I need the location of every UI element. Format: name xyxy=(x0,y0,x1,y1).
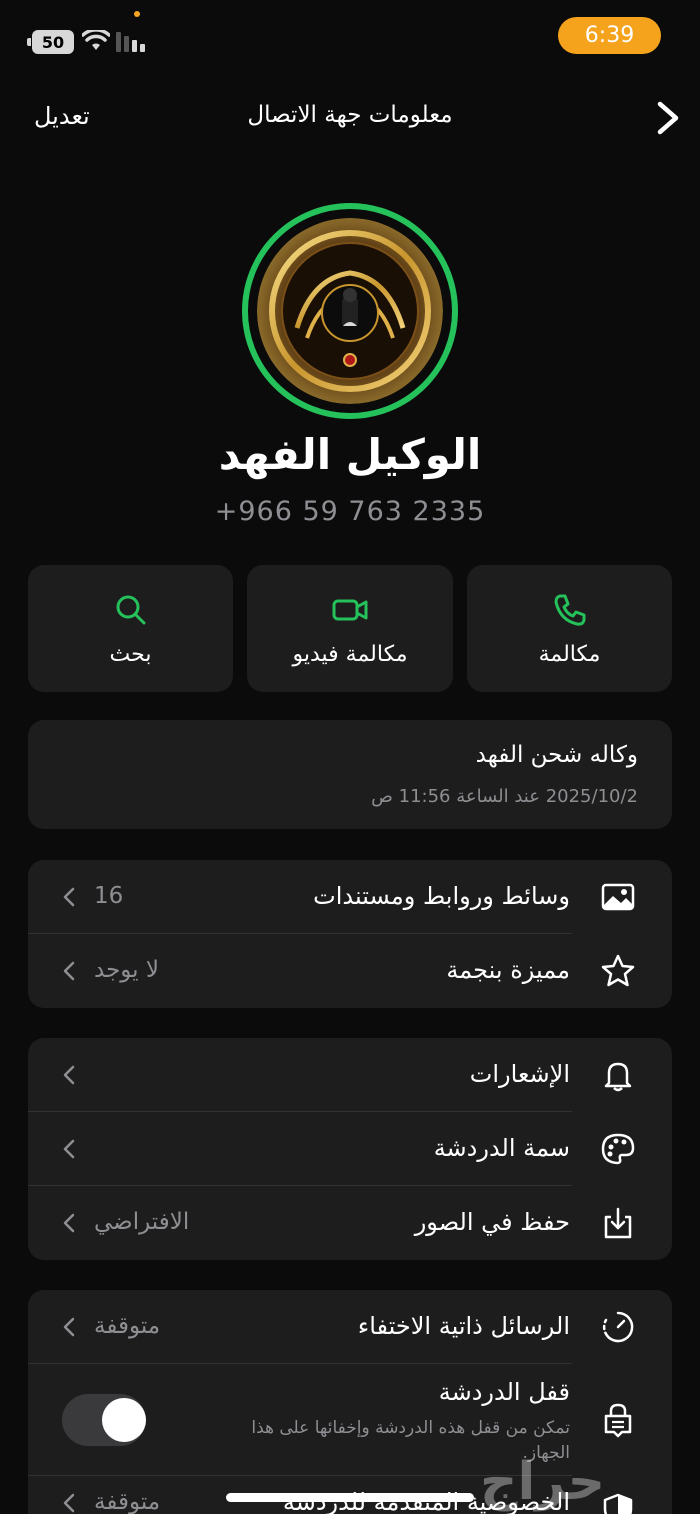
disappearing-messages-row[interactable]: الرسائل ذاتية الاختفاء متوقفة xyxy=(28,1290,672,1364)
starred-label: مميزة بنجمة xyxy=(446,956,570,984)
media-card: وسائط وروابط ومستندات 16 مميزة بنجمة لا … xyxy=(28,860,672,1008)
chat-theme-label: سمة الدردشة xyxy=(433,1134,570,1162)
photo-icon xyxy=(601,883,635,911)
page-title: معلومات جهة الاتصال xyxy=(247,102,453,128)
download-icon xyxy=(604,1207,632,1239)
about-text: وكاله شحن الفهد xyxy=(475,742,638,768)
contact-phone[interactable]: +966 59 763 2335 xyxy=(0,496,700,527)
starred-value: لا يوجد xyxy=(94,957,160,983)
camera-indicator-dot xyxy=(134,11,140,17)
home-indicator[interactable] xyxy=(226,1493,474,1502)
watermark: حراج xyxy=(480,1452,606,1512)
chevron-left-icon xyxy=(63,1317,75,1337)
media-count: 16 xyxy=(94,883,124,909)
toggle-knob xyxy=(102,1398,146,1442)
chevron-left-icon xyxy=(63,1213,75,1233)
media-label: وسائط وروابط ومستندات xyxy=(313,882,570,910)
battery-indicator: 50 xyxy=(27,30,74,54)
chevron-left-icon xyxy=(63,961,75,981)
settings-card: الإشعارات سمة الدردشة حفظ في الصور الافت… xyxy=(28,1038,672,1260)
video-camera-icon xyxy=(332,599,368,621)
disappearing-messages-label: الرسائل ذاتية الاختفاء xyxy=(357,1312,570,1340)
media-links-docs-row[interactable]: وسائط وروابط ومستندات 16 xyxy=(28,860,672,934)
wifi-icon xyxy=(82,30,110,50)
video-call-label: مكالمة فيديو xyxy=(292,642,408,667)
call-button[interactable]: مكالمة xyxy=(467,565,672,692)
chat-theme-row[interactable]: سمة الدردشة xyxy=(28,1112,672,1186)
save-to-photos-value: الافتراضي xyxy=(94,1209,190,1235)
star-icon xyxy=(601,954,635,987)
video-call-button[interactable]: مكالمة فيديو xyxy=(247,565,453,692)
save-to-photos-row[interactable]: حفظ في الصور الافتراضي xyxy=(28,1186,672,1260)
about-card: وكاله شحن الفهد 2025/10/2 عند الساعة 11:… xyxy=(28,720,672,829)
chevron-left-icon xyxy=(63,887,75,907)
search-icon xyxy=(116,595,145,625)
contact-name: الوكيل الفهد xyxy=(218,430,482,479)
status-time[interactable]: 6:39 xyxy=(558,17,661,54)
avatar xyxy=(257,218,443,404)
search-button[interactable]: بحث xyxy=(28,565,233,692)
call-label: مكالمة xyxy=(538,642,601,667)
disappearing-messages-value: متوقفة xyxy=(94,1313,161,1339)
notifications-row[interactable]: الإشعارات xyxy=(28,1038,672,1112)
starred-row[interactable]: مميزة بنجمة لا يوجد xyxy=(28,934,672,1008)
chat-lock-toggle[interactable] xyxy=(62,1394,146,1446)
notifications-label: الإشعارات xyxy=(469,1060,570,1088)
chevron-right-icon[interactable] xyxy=(650,98,686,138)
search-label: بحث xyxy=(109,642,152,667)
bell-icon xyxy=(604,1062,632,1092)
chevron-left-icon xyxy=(63,1493,75,1513)
advanced-privacy-value: متوقفة xyxy=(94,1489,161,1514)
lock-chat-icon xyxy=(604,1403,632,1438)
palette-icon xyxy=(601,1133,635,1165)
chat-lock-label: قفل الدردشة xyxy=(438,1378,570,1406)
timer-icon xyxy=(602,1311,634,1343)
profile-avatar-ring[interactable] xyxy=(242,203,458,419)
chevron-left-icon xyxy=(63,1065,75,1085)
phone-icon xyxy=(554,594,585,626)
nav-bar: تعديل معلومات جهة الاتصال xyxy=(0,92,700,147)
chevron-left-icon xyxy=(63,1139,75,1159)
shield-icon xyxy=(603,1493,633,1514)
status-bar: 50 6:39 xyxy=(0,0,700,70)
cellular-signal-icon xyxy=(116,30,145,52)
about-date: 2025/10/2 عند الساعة 11:56 ص xyxy=(371,786,638,807)
save-to-photos-label: حفظ في الصور xyxy=(414,1208,570,1236)
